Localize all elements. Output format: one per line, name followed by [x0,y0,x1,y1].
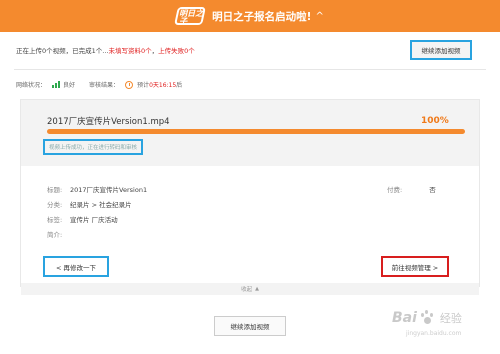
upload-progress-bar [47,129,465,134]
info-row-tags: 标签: 宣传片 厂庆活动 [47,216,118,224]
promo-banner[interactable]: 明日之子 明日之子报名启动啦! ^ [0,0,500,32]
info-row-category: 分类: 纪录片 > 社会纪录片 [47,201,132,209]
upload-failed-link[interactable]: 上传失败0个 [158,47,195,55]
upload-progress-panel: 2017厂庆宣传片Version1.mp4 100% 视频上传成功，正在进行转码… [21,100,479,166]
clock-icon [125,80,134,89]
pay-info: 付费: 否 [387,186,436,194]
network-status-row: 网络状况： 良好 审核结果： 预计0天16:15后 [16,80,182,89]
file-name: 2017厂庆宣传片Version1.mp4 [47,117,170,127]
network-label: 网络状况： [16,82,47,89]
continue-add-video-button-bottom[interactable]: 继续添加视频 [214,316,286,336]
missing-info-link[interactable]: 未填写资料0个 [108,47,151,55]
triangle-up-icon: ▲ [255,286,259,292]
upload-percent: 100% [421,116,449,126]
tomorrow-star-logo: 明日之子 [174,5,207,27]
chevron-up-icon[interactable]: ^ [315,11,323,22]
upload-card: 2017厂庆宣传片Version1.mp4 100% 视频上传成功，正在进行转码… [20,99,480,295]
edit-again-button[interactable]: < 再修改一下 [43,256,109,277]
upload-status-summary: 正在上传0个视频，已完成1个...未填写资料0个，上传失败0个 [16,47,195,55]
paw-icon [419,310,435,326]
upload-success-message: 视频上传成功，正在进行转码和审核 [43,139,144,155]
baidu-jingyan-watermark: Bai 经验 jingyan.baidu.com [392,310,462,337]
video-info: 标题: 2017厂庆宣传片Version1 分类: 纪录片 > 社会纪录片 标签: 宣… [47,184,147,244]
signal-strength-icon [52,81,61,88]
info-row-title: 标题: 2017厂庆宣传片Version1 [47,186,148,194]
go-to-video-management-button[interactable]: 前往视频管理 > [381,256,449,277]
network-quality: 良好 [63,82,76,89]
review-label: 审核结果： [89,82,120,89]
banner-title: 明日之子报名启动啦! [212,10,312,23]
collapse-toggle[interactable]: 收起 ▲ [21,283,479,295]
info-row-intro: 简介: [47,231,63,239]
review-eta: 预计0天16:15后 [137,82,183,89]
divider [14,69,486,70]
continue-add-video-button[interactable]: 继续添加视频 [410,40,472,60]
